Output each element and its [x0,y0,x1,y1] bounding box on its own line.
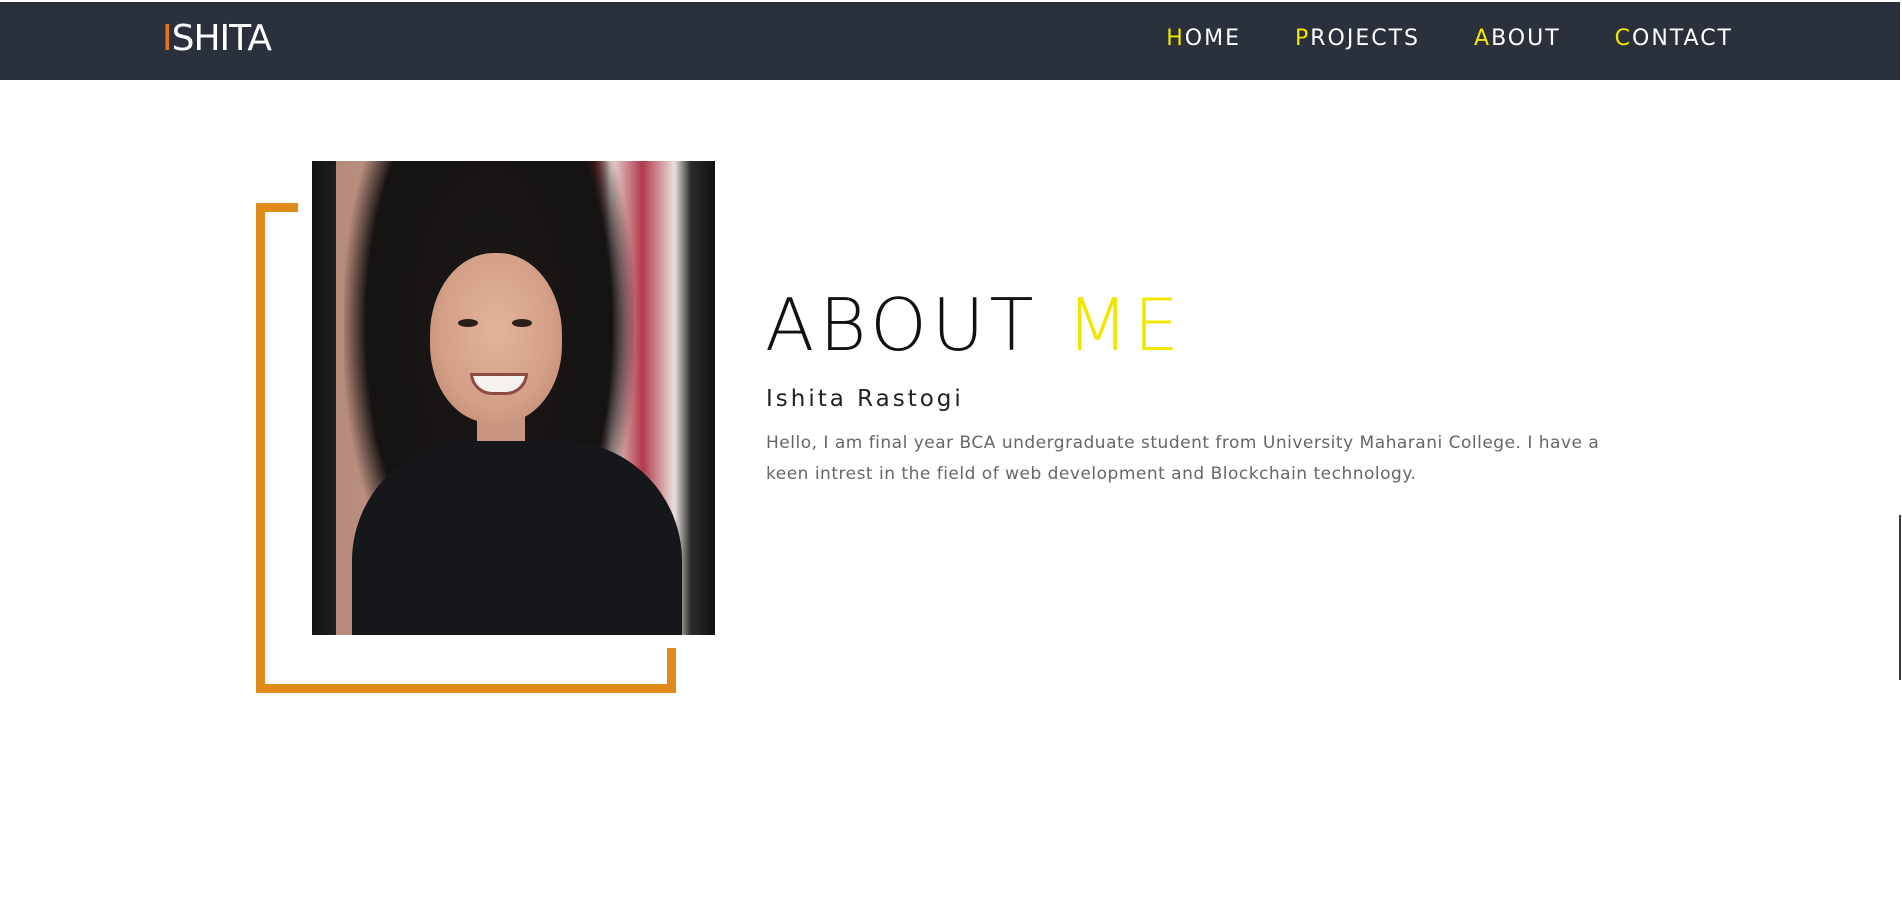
nav-contact-initial: C [1614,26,1633,51]
nav-contact[interactable]: CONTACT [1615,26,1733,51]
nav-projects[interactable]: PROJECTS [1295,26,1420,51]
photo-body [352,441,682,635]
about-heading-accent: ME [1066,283,1184,367]
photo-face [430,253,562,423]
nav-about-initial: A [1474,26,1492,51]
logo-text: SHITA [171,18,272,59]
nav-about-label: BOUT [1491,26,1561,51]
scrollbar-thumb[interactable] [1899,515,1901,680]
nav-projects-initial: P [1294,26,1311,51]
nav-contact-label: ONTACT [1632,26,1733,51]
nav-home[interactable]: HOME [1166,26,1241,51]
nav-home-initial: H [1166,26,1185,51]
site-logo[interactable]: ISHITA [162,18,272,59]
nav-home-label: OME [1184,26,1241,51]
nav-about[interactable]: ABOUT [1474,26,1561,51]
top-navbar: ISHITA HOME PROJECTS ABOUT CONTACT [0,2,1900,80]
profile-photo [312,161,715,635]
logo-initial: I [162,18,173,59]
person-name: Ishita Rastogi [766,386,964,412]
about-heading-main: ABOUT [765,283,1039,367]
photo-eye [512,319,532,327]
photo-eye [458,319,478,327]
main-nav: HOME PROJECTS ABOUT CONTACT [1166,26,1733,51]
nav-projects-label: ROJECTS [1310,26,1421,51]
about-heading: ABOUT ME [765,283,1184,367]
bio-text: Hello, I am final year BCA undergraduate… [766,433,1600,484]
